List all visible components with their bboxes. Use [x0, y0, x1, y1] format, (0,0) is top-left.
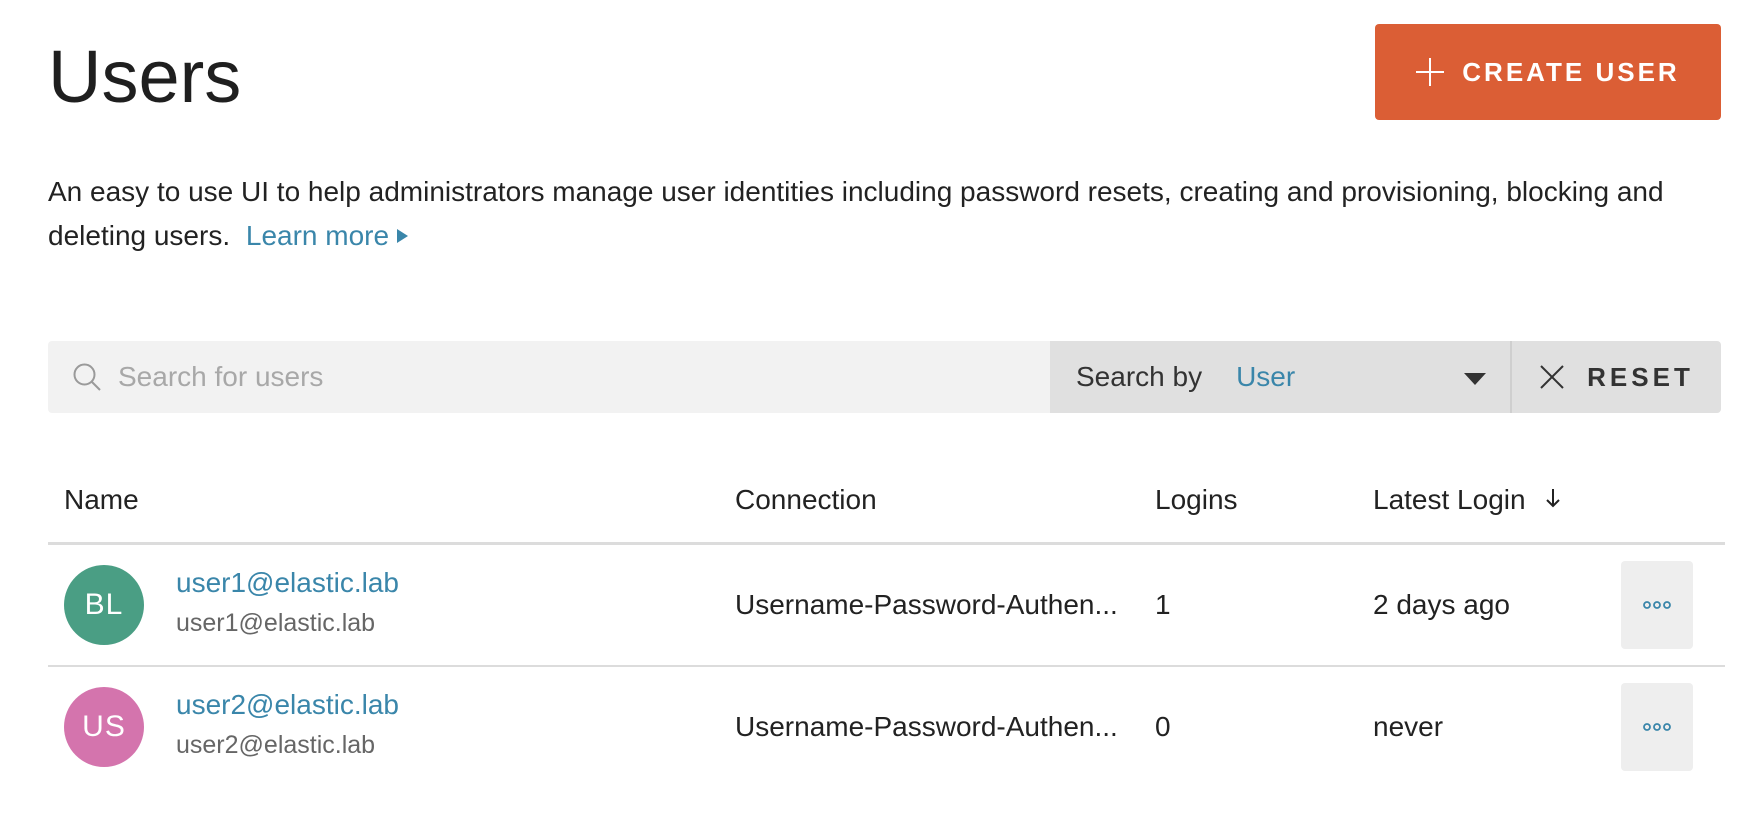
create-user-label: CREATE USER [1462, 56, 1680, 87]
column-header-name[interactable]: Name [64, 484, 139, 516]
user-email: user1@elastic.lab [176, 609, 376, 637]
users-table: Name Connection Logins Latest Login BL u… [48, 470, 1725, 787]
learn-more-link[interactable]: Learn more [245, 220, 409, 251]
table-header: Name Connection Logins Latest Login [48, 470, 1725, 545]
column-header-logins[interactable]: Logins [1155, 484, 1238, 516]
reset-label: RESET [1587, 361, 1694, 392]
logins-cell: 0 [1155, 711, 1171, 742]
connection-cell: Username-Password-Authen... [735, 711, 1118, 742]
logins-cell: 1 [1155, 589, 1171, 620]
caret-down-icon [1464, 373, 1486, 385]
user-name-link[interactable]: user2@elastic.lab [176, 689, 399, 721]
users-page: Users CREATE USER An easy to use UI to h… [0, 0, 1750, 824]
latest-login-label: Latest Login [1373, 484, 1526, 515]
search-bar: Search by User RESET [48, 341, 1721, 413]
plus-icon [1416, 58, 1445, 86]
search-by-label: Search by [1076, 361, 1203, 392]
column-header-latest-login[interactable]: Latest Login [1373, 484, 1561, 518]
more-horizontal-icon [1642, 600, 1672, 610]
search-field [48, 341, 1050, 413]
row-actions-button[interactable] [1621, 561, 1693, 649]
user-email: user2@elastic.lab [176, 731, 376, 759]
page-title: Users [48, 35, 242, 118]
column-header-connection[interactable]: Connection [735, 484, 877, 516]
latest-login-cell: 2 days ago [1373, 589, 1510, 620]
create-user-button[interactable]: CREATE USER [1375, 24, 1721, 120]
avatar: BL [64, 565, 144, 645]
table-row: BL user1@elastic.lab user1@elastic.lab U… [48, 545, 1725, 667]
table-row: US user2@elastic.lab user2@elastic.lab U… [48, 667, 1725, 787]
reset-button[interactable]: RESET [1510, 341, 1721, 413]
sort-descending-icon [1545, 484, 1561, 516]
more-horizontal-icon [1642, 722, 1672, 732]
search-by-dropdown[interactable]: Search by User [1050, 341, 1510, 413]
connection-cell: Username-Password-Authen... [735, 589, 1118, 620]
row-actions-button[interactable] [1621, 683, 1693, 771]
latest-login-cell: never [1373, 711, 1444, 742]
learn-more-label: Learn more [245, 220, 390, 251]
close-icon [1539, 364, 1565, 390]
page-description: An easy to use UI to help administrators… [48, 170, 1708, 258]
search-input[interactable] [116, 346, 1020, 408]
user-name-link[interactable]: user1@elastic.lab [176, 567, 399, 599]
search-icon [72, 362, 102, 392]
search-by-value: User [1236, 361, 1296, 392]
avatar: US [64, 687, 144, 767]
play-arrow-icon [397, 228, 409, 243]
